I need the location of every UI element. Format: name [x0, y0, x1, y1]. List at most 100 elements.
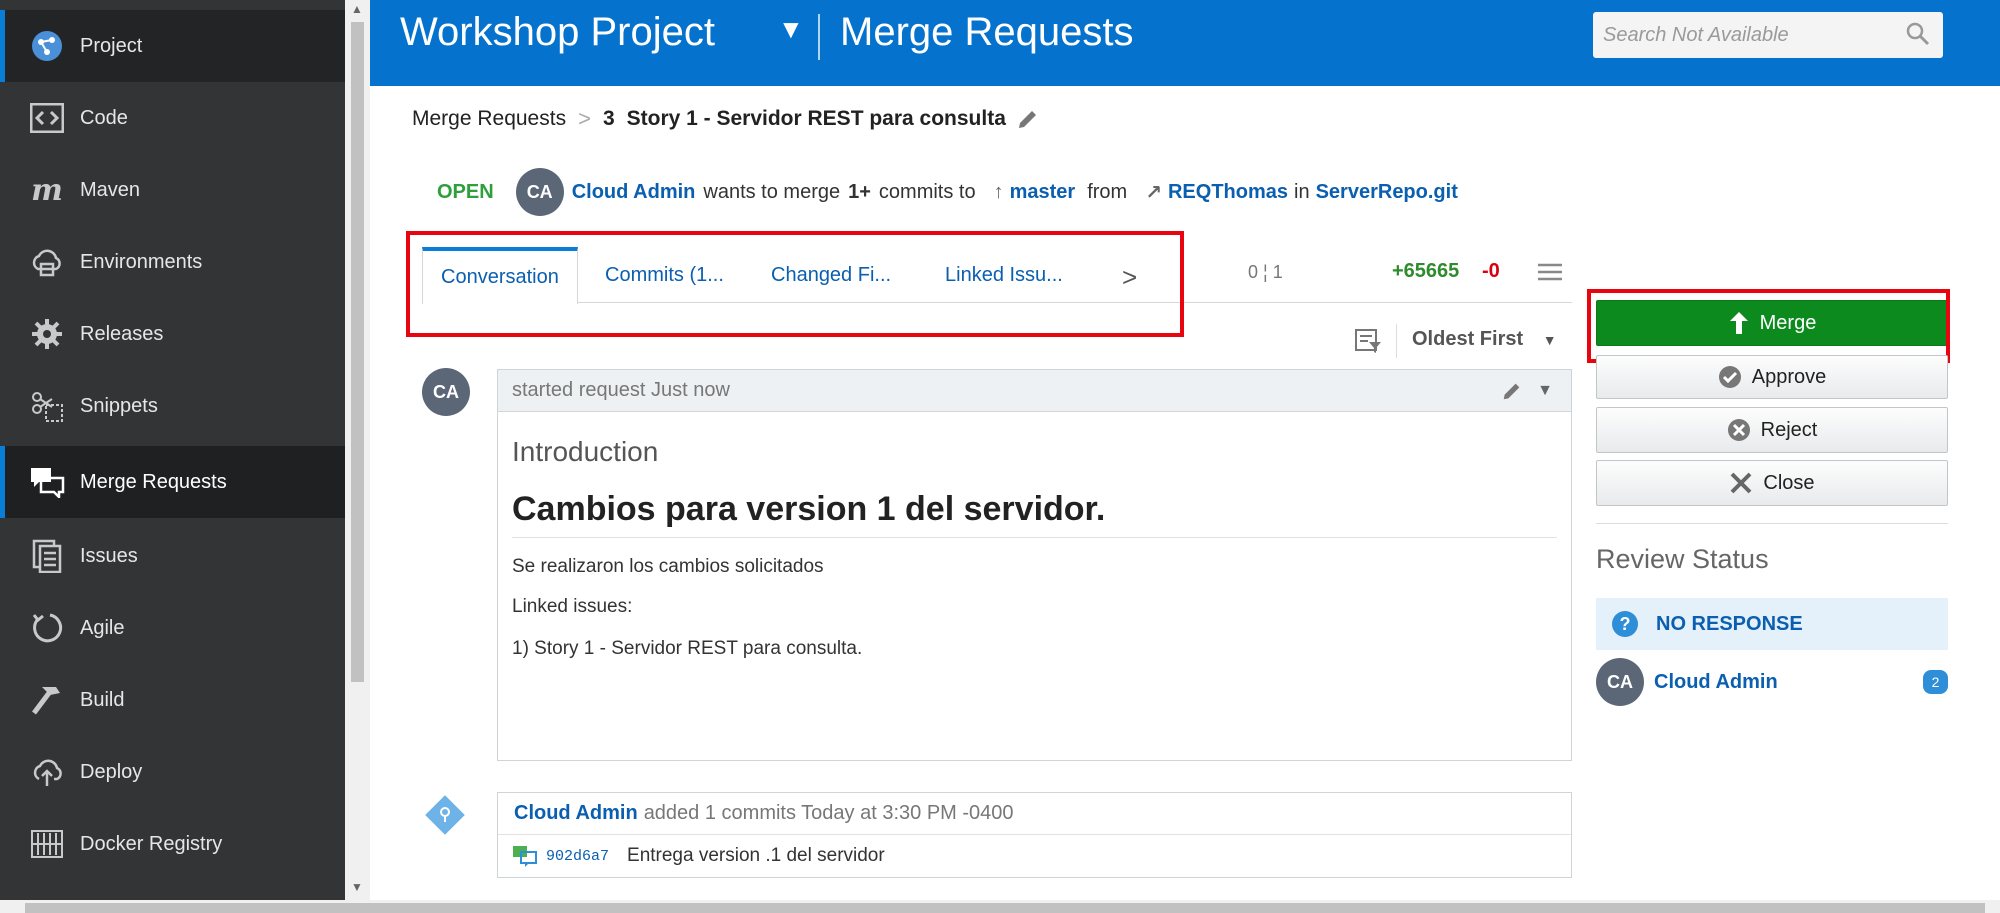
sidebar: Project Code m Maven Environments Releas… — [0, 0, 345, 913]
status-badge: OPEN — [437, 180, 494, 203]
code-icon — [27, 98, 67, 138]
close-button[interactable]: Close — [1596, 460, 1948, 506]
hamburger-menu-icon[interactable] — [1537, 262, 1563, 282]
pencil-icon[interactable] — [1016, 107, 1040, 131]
header-divider — [818, 14, 820, 60]
avatar[interactable]: CA — [515, 168, 564, 216]
comment-paragraph: Se realizaron los cambios solicitados — [512, 556, 824, 577]
target-branch-link[interactable]: master — [1010, 181, 1076, 204]
review-status-badge: ? NO RESPONSE — [1596, 598, 1948, 650]
page-title: Merge Requests — [840, 10, 1134, 54]
sidebar-item-build[interactable]: Build — [0, 664, 345, 736]
docker-registry-icon — [27, 824, 67, 864]
review-status-text: NO RESPONSE — [1656, 612, 1803, 635]
sidebar-item-deploy[interactable]: Deploy — [0, 736, 345, 808]
top-bar: Workshop Project ▼ Merge Requests — [370, 0, 2000, 86]
search-input[interactable] — [1593, 12, 1893, 58]
merge-request-number: 3 — [602, 107, 615, 130]
summary-text: in — [1294, 180, 1310, 203]
diff-scale: 0 ¦ 1 — [1248, 262, 1283, 282]
maven-icon: m — [31, 172, 63, 208]
comment-main-heading: Cambios para version 1 del servidor. — [512, 490, 1557, 538]
comment-body: Introduction Cambios para version 1 del … — [498, 412, 1571, 676]
sidebar-item-label: Snippets — [80, 394, 158, 417]
divider — [1596, 523, 1948, 524]
commit-event-icon — [425, 795, 465, 835]
scrollbar-thumb[interactable] — [25, 903, 1985, 913]
issues-icon — [27, 536, 67, 576]
sidebar-item-label: Project — [80, 34, 143, 57]
project-dropdown-icon[interactable]: ▼ — [778, 14, 804, 45]
source-branch-link[interactable]: REQThomas — [1168, 181, 1288, 204]
sidebar-item-label: Docker Registry — [80, 832, 223, 855]
filter-icon[interactable] — [1355, 328, 1383, 354]
sidebar-item-issues[interactable]: Issues — [0, 520, 345, 592]
sidebar-item-environments[interactable]: Environments — [0, 226, 345, 298]
pencil-icon[interactable] — [1501, 380, 1523, 402]
reviewer-link[interactable]: Cloud Admin — [1654, 671, 1778, 694]
reject-button[interactable]: Reject — [1596, 407, 1948, 453]
releases-icon — [27, 314, 67, 354]
branch-arrow-icon: ↑ — [993, 180, 1004, 203]
comment-card: started request Just now ▼ Introduction … — [497, 369, 1572, 761]
sidebar-item-merge-requests[interactable]: Merge Requests — [0, 446, 345, 518]
sidebar-item-docker-registry[interactable]: Docker Registry — [0, 808, 345, 880]
summary-text: from — [1087, 180, 1128, 203]
chevron-down-icon: ▼ — [1542, 332, 1557, 348]
breadcrumb-merge-requests-link[interactable]: Merge Requests — [412, 107, 566, 131]
scrollbar-thumb[interactable] — [351, 22, 364, 682]
reviewer-count-badge: 2 — [1923, 670, 1948, 694]
sort-order-select[interactable]: Oldest First ▼ — [1412, 328, 1557, 351]
approve-button-label: Approve — [1751, 365, 1827, 388]
sort-order-value: Oldest First — [1412, 328, 1524, 350]
sidebar-item-code[interactable]: Code — [0, 82, 345, 154]
horizontal-scrollbar[interactable] — [0, 900, 2000, 913]
merge-requests-icon — [27, 462, 67, 502]
scroll-down-icon[interactable]: ▼ — [351, 880, 363, 894]
branch-fork-icon: ↗ — [1145, 181, 1162, 204]
summary-text: wants to merge — [703, 180, 841, 203]
commit-row: 902d6a7 Entrega version .1 del servidor — [498, 835, 1571, 877]
event-text: added 1 commits Today at 3:30 PM -0400 — [643, 802, 1014, 824]
sidebar-item-project[interactable]: Project — [0, 10, 345, 82]
sidebar-item-label: Merge Requests — [80, 470, 227, 493]
sidebar-item-label: Deploy — [80, 760, 143, 783]
deploy-icon — [27, 752, 67, 792]
scroll-up-icon[interactable]: ▲ — [351, 2, 363, 16]
sidebar-scrollbar[interactable]: ▲ ▼ — [345, 0, 370, 900]
sidebar-item-label: Environments — [80, 250, 203, 273]
breadcrumb: Merge Requests > 3 Story 1 - Servidor RE… — [412, 106, 1040, 132]
sidebar-item-maven[interactable]: m Maven — [0, 154, 345, 226]
approve-button[interactable]: Approve — [1596, 355, 1948, 399]
chevron-down-icon[interactable]: ▼ — [1537, 382, 1553, 400]
commit-hash-link[interactable]: 902d6a7 — [546, 848, 609, 865]
environments-icon — [27, 242, 67, 282]
search-icon[interactable] — [1905, 21, 1931, 47]
event-author-link[interactable]: Cloud Admin — [514, 802, 638, 825]
comment-paragraph: Linked issues: — [512, 596, 633, 617]
comment-avatar[interactable]: CA — [422, 368, 470, 416]
active-accent — [0, 446, 5, 518]
sidebar-item-agile[interactable]: Agile — [0, 592, 345, 664]
sidebar-item-snippets[interactable]: Snippets — [0, 370, 345, 442]
event-header: Cloud Admin added 1 commits Today at 3:3… — [498, 793, 1571, 835]
repository-link[interactable]: ServerRepo.git — [1316, 181, 1458, 204]
comment-header: started request Just now ▼ — [498, 370, 1571, 412]
avatar[interactable]: CA — [1596, 658, 1644, 706]
sidebar-item-releases[interactable]: Releases — [0, 298, 345, 370]
sidebar-item-label: Issues — [80, 544, 138, 567]
search-box[interactable] — [1593, 12, 1943, 58]
sidebar-item-label: Maven — [80, 178, 141, 201]
active-accent — [0, 10, 5, 82]
author-link[interactable]: Cloud Admin — [572, 181, 696, 204]
divider — [1396, 324, 1397, 358]
additions-count: +65665 — [1392, 260, 1460, 282]
comment-header-text: started request Just now — [512, 379, 730, 401]
merge-highlight — [1587, 289, 1950, 363]
project-title[interactable]: Workshop Project — [400, 10, 715, 55]
sidebar-item-label: Agile — [80, 616, 125, 639]
commit-count: 1+ — [848, 180, 871, 203]
commit-event-card: Cloud Admin added 1 commits Today at 3:3… — [497, 792, 1572, 878]
tabs-highlight — [406, 231, 1184, 337]
reviewer-row: CA Cloud Admin 2 — [1596, 658, 1948, 706]
